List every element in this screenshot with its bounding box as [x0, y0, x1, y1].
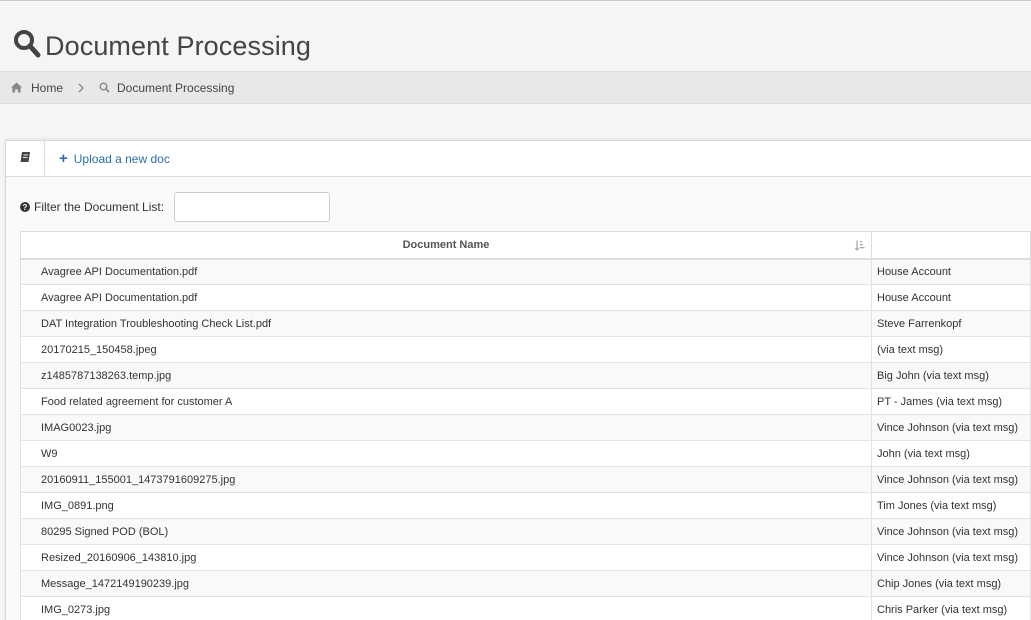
table-row[interactable]: W9 John (via text msg) — [20, 440, 1031, 467]
table-row[interactable]: 20160911_155001_1473791609275.jpg Vince J… — [20, 466, 1031, 493]
filter-input[interactable] — [174, 192, 331, 222]
table-row[interactable]: Avagree API Documentation.pdf House Accou… — [20, 258, 1031, 285]
table-row[interactable]: DAT Integration Troubleshooting Check Li… — [20, 310, 1031, 337]
panel-toolbar: + Upload a new doc — [6, 140, 1031, 177]
submitted-by-cell: Tim Jones (via text msg) — [871, 492, 1031, 519]
filter-row: ? Filter the Document List: — [20, 192, 331, 222]
table-row[interactable]: IMAG0023.jpg Vince Johnson (via text msg) — [20, 414, 1031, 441]
document-name-cell[interactable]: W9 — [20, 440, 872, 467]
column-header-submitted-by[interactable] — [871, 231, 1031, 260]
table-row[interactable]: Message_1472149190239.jpg Chip Jones (via… — [20, 570, 1031, 597]
document-name-cell[interactable]: 80295 Signed POD (BOL) — [20, 518, 872, 545]
submitted-by-cell: John (via text msg) — [871, 440, 1031, 467]
search-icon — [99, 82, 110, 93]
column-header-document-name[interactable]: Document Name — [20, 231, 872, 260]
submitted-by-cell: Steve Farrenkopf — [871, 310, 1031, 337]
submitted-by-cell: Vince Johnson (via text msg) — [871, 466, 1031, 493]
document-name-cell[interactable]: Avagree API Documentation.pdf — [20, 258, 872, 285]
sort-amount-icon[interactable] — [854, 240, 865, 251]
document-name-cell[interactable]: Resized_20160906_143810.jpg — [20, 544, 872, 571]
table-row[interactable]: 20170215_150458.jpeg (via text msg) — [20, 336, 1031, 363]
table-row[interactable]: Avagree API Documentation.pdf House Accou… — [20, 284, 1031, 311]
search-icon — [13, 29, 41, 64]
table-row[interactable]: Resized_20160906_143810.jpg Vince Johnson… — [20, 544, 1031, 571]
document-name-cell[interactable]: Message_1472149190239.jpg — [20, 570, 872, 597]
document-name-cell[interactable]: 20170215_150458.jpeg — [20, 336, 872, 363]
submitted-by-cell: Chris Parker (via text msg) — [871, 596, 1031, 620]
submitted-by-cell: Vince Johnson (via text msg) — [871, 544, 1031, 571]
submitted-by-cell: Chip Jones (via text msg) — [871, 570, 1031, 597]
document-name-cell[interactable]: Food related agreement for customer A — [20, 388, 872, 415]
document-table: Document Name Avagree API Documentation.… — [20, 231, 1031, 620]
page-title: Document Processing — [45, 31, 312, 61]
document-table-wrap: Document Name Avagree API Documentation.… — [20, 231, 1031, 620]
document-panel: + Upload a new doc ? Filter the Document… — [5, 140, 1031, 620]
upload-label: Upload a new doc — [73, 151, 170, 166]
submitted-by-cell: House Account — [871, 258, 1031, 285]
upload-new-doc-link[interactable]: + Upload a new doc — [59, 149, 170, 167]
submitted-by-cell: (via text msg) — [871, 336, 1031, 363]
breadcrumb: Home Document Processing — [0, 71, 1031, 104]
chevron-right-icon — [77, 83, 85, 93]
page-title-wrap: Document Processing — [13, 29, 311, 64]
table-row[interactable]: IMG_0891.png Tim Jones (via text msg) — [20, 492, 1031, 519]
document-name-cell[interactable]: z1485787138263.temp.jpg — [20, 362, 872, 389]
submitted-by-cell: PT - James (via text msg) — [871, 388, 1031, 415]
table-row[interactable]: Food related agreement for customer A PT … — [20, 388, 1031, 415]
question-circle-icon[interactable]: ? — [20, 202, 30, 212]
table-row[interactable]: 80295 Signed POD (BOL) Vince Johnson (via… — [20, 518, 1031, 545]
home-icon[interactable] — [11, 82, 22, 93]
document-name-cell[interactable]: DAT Integration Troubleshooting Check Li… — [20, 310, 872, 337]
page-header: Document Processing — [0, 1, 1031, 71]
book-icon — [19, 150, 31, 168]
table-header-row: Document Name — [20, 231, 1031, 260]
table-row[interactable]: IMG_0273.jpg Chris Parker (via text msg) — [20, 596, 1031, 620]
submitted-by-cell: Vince Johnson (via text msg) — [871, 518, 1031, 545]
document-name-cell[interactable]: 20160911_155001_1473791609275.jpg — [20, 466, 872, 493]
document-name-cell[interactable]: IMG_0891.png — [20, 492, 872, 519]
breadcrumb-current: Document Processing — [117, 80, 235, 95]
document-name-cell[interactable]: IMAG0023.jpg — [20, 414, 872, 441]
table-row[interactable]: z1485787138263.temp.jpg Big John (via tex… — [20, 362, 1031, 389]
book-button[interactable] — [6, 140, 45, 177]
submitted-by-cell: Vince Johnson (via text msg) — [871, 414, 1031, 441]
plus-icon: + — [59, 149, 68, 167]
filter-label: Filter the Document List: — [34, 200, 165, 214]
document-name-cell[interactable]: Avagree API Documentation.pdf — [20, 284, 872, 311]
submitted-by-cell: House Account — [871, 284, 1031, 311]
table-body: Avagree API Documentation.pdf House Accou… — [20, 258, 1031, 620]
breadcrumb-home-link[interactable]: Home — [31, 81, 63, 95]
submitted-by-cell: Big John (via text msg) — [871, 362, 1031, 389]
document-name-cell[interactable]: IMG_0273.jpg — [20, 596, 872, 620]
